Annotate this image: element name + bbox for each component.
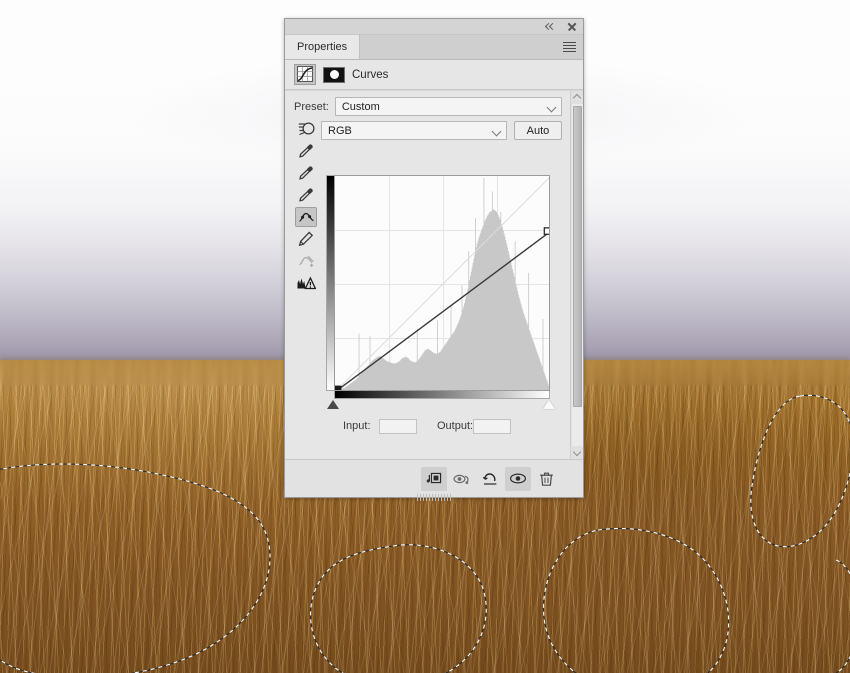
panel-body: Preset: Custom RGB Auto Input: Output: — [285, 91, 583, 459]
output-label: Output: — [437, 420, 474, 432]
curves-graph[interactable] — [334, 175, 550, 391]
input-label: Input: — [343, 420, 371, 432]
preset-value: Custom — [341, 100, 380, 113]
reset-adjustment-button[interactable] — [477, 467, 503, 491]
curves-controls: Preset: Custom RGB Auto Input: Output: — [285, 91, 570, 459]
targeted-adjustment-tool[interactable] — [295, 119, 317, 139]
panel-tab-bar[interactable]: Properties — [285, 35, 583, 60]
input-output-row: Input: Output: — [343, 418, 563, 434]
channel-row: RGB Auto — [321, 121, 562, 140]
panel-scrollbar[interactable] — [570, 91, 583, 459]
edit-points-curve-tool[interactable] — [295, 207, 317, 227]
gray-point-eyedropper[interactable] — [295, 163, 317, 183]
tab-properties[interactable]: Properties — [285, 35, 361, 59]
curves-graph-plot — [335, 177, 549, 390]
preset-row: Preset: Custom — [294, 97, 562, 116]
page-title: Curves — [352, 68, 389, 81]
preset-dropdown[interactable]: Custom — [334, 97, 562, 116]
input-field[interactable] — [379, 418, 417, 434]
scrollbar-thumb[interactable] — [572, 106, 582, 407]
output-field[interactable] — [473, 418, 511, 434]
chevron-up-icon[interactable] — [573, 93, 582, 102]
chevron-down-icon — [491, 126, 502, 137]
curves-tool-strip[interactable] — [294, 119, 318, 293]
adjustment-title-row: Curves — [285, 60, 583, 90]
channel-value: RGB — [328, 124, 352, 137]
curves-adjustment-icon[interactable] — [294, 64, 316, 85]
properties-panel[interactable]: Properties Curves Preset: Custom RGB Aut… — [284, 18, 584, 501]
tab-properties-label: Properties — [297, 41, 348, 53]
toggle-layer-visibility-button[interactable] — [505, 466, 531, 491]
delete-adjustment-layer-button[interactable] — [533, 467, 559, 491]
layer-mask-thumbnail[interactable] — [323, 66, 345, 83]
hamburger-menu-icon[interactable] — [563, 42, 576, 52]
clip-to-layer-button[interactable] — [421, 466, 447, 491]
auto-button[interactable]: Auto — [514, 121, 562, 140]
smooth-curve-values[interactable] — [295, 251, 317, 271]
collapse-panel-icon[interactable] — [545, 21, 557, 33]
input-tone-ramp — [334, 391, 550, 399]
close-icon[interactable] — [566, 21, 578, 33]
view-previous-state-button[interactable] — [449, 467, 475, 491]
pencil-draw-curve-tool[interactable] — [295, 229, 317, 249]
photoshop-canvas: Properties Curves Preset: Custom RGB Aut… — [0, 0, 850, 673]
black-point-slider[interactable] — [327, 400, 339, 409]
panel-resize-grip[interactable] — [417, 494, 451, 501]
scrollbar-track[interactable] — [571, 104, 583, 446]
chevron-down-icon[interactable] — [573, 448, 582, 457]
preset-label: Preset: — [294, 100, 329, 113]
white-point-eyedropper[interactable] — [295, 185, 317, 205]
channel-dropdown[interactable]: RGB — [321, 121, 507, 140]
black-point-eyedropper[interactable] — [295, 141, 317, 161]
auto-button-label: Auto — [526, 124, 550, 137]
panel-title-bar[interactable] — [285, 19, 583, 35]
clipping-warning-icon[interactable] — [295, 273, 317, 293]
chevron-down-icon — [546, 102, 557, 113]
output-tone-ramp — [326, 175, 334, 391]
white-point-slider[interactable] — [543, 400, 555, 409]
panel-footer — [285, 459, 583, 501]
